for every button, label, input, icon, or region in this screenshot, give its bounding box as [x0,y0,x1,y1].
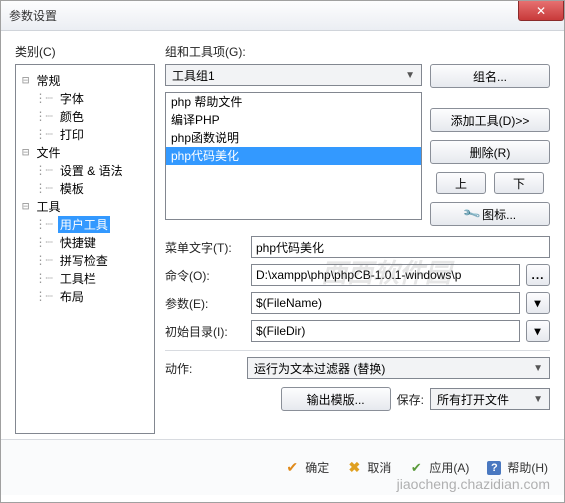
delete-button[interactable]: 删除(R) [430,140,550,164]
tree-item[interactable]: ⋮┈ 布局 [22,287,150,305]
x-icon: ✖ [347,461,361,475]
tree-item[interactable]: ⋮┈ 用户工具 [22,215,150,233]
command-input[interactable]: D:\xampp\php\phpCB-1.0.1-windows\p [251,264,520,286]
initdir-browse-button[interactable]: ▾ [526,320,550,342]
tree-item-label: 用户工具 [58,216,110,233]
category-tree[interactable]: ⊟ 常规 ⋮┈ 字体 ⋮┈ 颜色 ⋮┈ 打印⊟ 文件 ⋮┈ 设置 & 语法 ⋮┈… [15,64,155,434]
tree-item[interactable]: ⊟ 工具 [22,197,150,215]
close-icon: ✕ [534,4,548,18]
groups-label: 组和工具项(G): [165,43,550,60]
close-button[interactable]: ✕ [518,1,564,21]
group-name-button[interactable]: 组名... [430,64,550,88]
apply-icon: ✔ [409,461,423,475]
icon-button[interactable]: 🔧 图标... [430,202,550,226]
tree-item[interactable]: ⋮┈ 设置 & 语法 [22,161,150,179]
tree-item[interactable]: ⋮┈ 打印 [22,125,150,143]
action-label: 动作: [165,360,239,377]
list-item[interactable]: php代码美化 [166,147,421,165]
initdir-label: 初始目录(I): [165,323,245,340]
save-label: 保存: [397,391,424,408]
tree-item[interactable]: ⊟ 常规 [22,71,150,89]
tool-items-list[interactable]: php 帮助文件编译PHPphp函数说明php代码美化 [165,92,422,220]
tree-item-label: 拼写检查 [58,252,110,269]
menu-text-input[interactable]: php代码美化 [251,236,550,258]
params-browse-button[interactable]: ▾ [526,292,550,314]
group-select[interactable]: 工具组1 ▼ [165,64,422,86]
params-label: 参数(E): [165,295,245,312]
list-item[interactable]: php 帮助文件 [166,93,421,111]
action-select[interactable]: 运行为文本过滤器 (替换) ▼ [247,357,550,379]
cancel-button[interactable]: ✖ 取消 [347,459,391,476]
tree-item[interactable]: ⋮┈ 模板 [22,179,150,197]
tree-item[interactable]: ⊟ 文件 [22,143,150,161]
command-browse-button[interactable]: ... [526,264,550,286]
params-input[interactable]: $(FileName) [251,292,520,314]
chevron-down-icon: ▼ [533,394,543,405]
ok-button[interactable]: ✔ 确定 [285,459,329,476]
chevron-down-icon: ▼ [405,70,415,81]
tree-item[interactable]: ⋮┈ 工具栏 [22,269,150,287]
group-select-value: 工具组1 [172,67,215,84]
tree-item-label: 颜色 [58,108,86,125]
save-select[interactable]: 所有打开文件 ▼ [430,388,550,410]
chevron-down-icon: ▼ [533,363,543,374]
tree-item-label: 模板 [58,180,86,197]
tree-item[interactable]: ⋮┈ 拼写检查 [22,251,150,269]
move-down-button[interactable]: 下 [494,172,544,194]
output-template-button[interactable]: 输出模版... [281,387,391,411]
category-label: 类别(C) [15,43,155,60]
command-label: 命令(O): [165,267,245,284]
titlebar: 参数设置 ✕ [1,1,564,31]
tree-item-label: 常规 [34,72,62,89]
help-button[interactable]: ? 帮助(H) [487,459,548,476]
tree-item-label: 设置 & 语法 [58,162,125,179]
tree-item-label: 工具栏 [58,270,98,287]
move-up-button[interactable]: 上 [436,172,486,194]
tree-item-label: 布局 [58,288,86,305]
tree-item-label: 字体 [58,90,86,107]
list-item[interactable]: php函数说明 [166,129,421,147]
tree-item-label: 工具 [34,198,62,215]
initdir-input[interactable]: $(FileDir) [251,320,520,342]
tree-item[interactable]: ⋮┈ 颜色 [22,107,150,125]
wrench-icon: 🔧 [461,204,481,224]
window-title: 参数设置 [9,7,57,24]
menu-text-label: 菜单文字(T): [165,239,245,256]
add-tool-button[interactable]: 添加工具(D)>> [430,108,550,132]
apply-button[interactable]: ✔ 应用(A) [409,459,469,476]
tree-item-label: 打印 [58,126,86,143]
tree-item-label: 文件 [34,144,62,161]
check-icon: ✔ [285,461,299,475]
help-icon: ? [487,461,501,475]
list-item[interactable]: 编译PHP [166,111,421,129]
settings-dialog: 参数设置 ✕ 类别(C) ⊟ 常规 ⋮┈ 字体 ⋮┈ 颜色 ⋮┈ 打印⊟ 文件 … [0,0,565,503]
tree-item[interactable]: ⋮┈ 字体 [22,89,150,107]
tree-item[interactable]: ⋮┈ 快捷键 [22,233,150,251]
dialog-footer: ✔ 确定 ✖ 取消 ✔ 应用(A) ? 帮助(H) [1,439,564,495]
tree-item-label: 快捷键 [58,234,98,251]
